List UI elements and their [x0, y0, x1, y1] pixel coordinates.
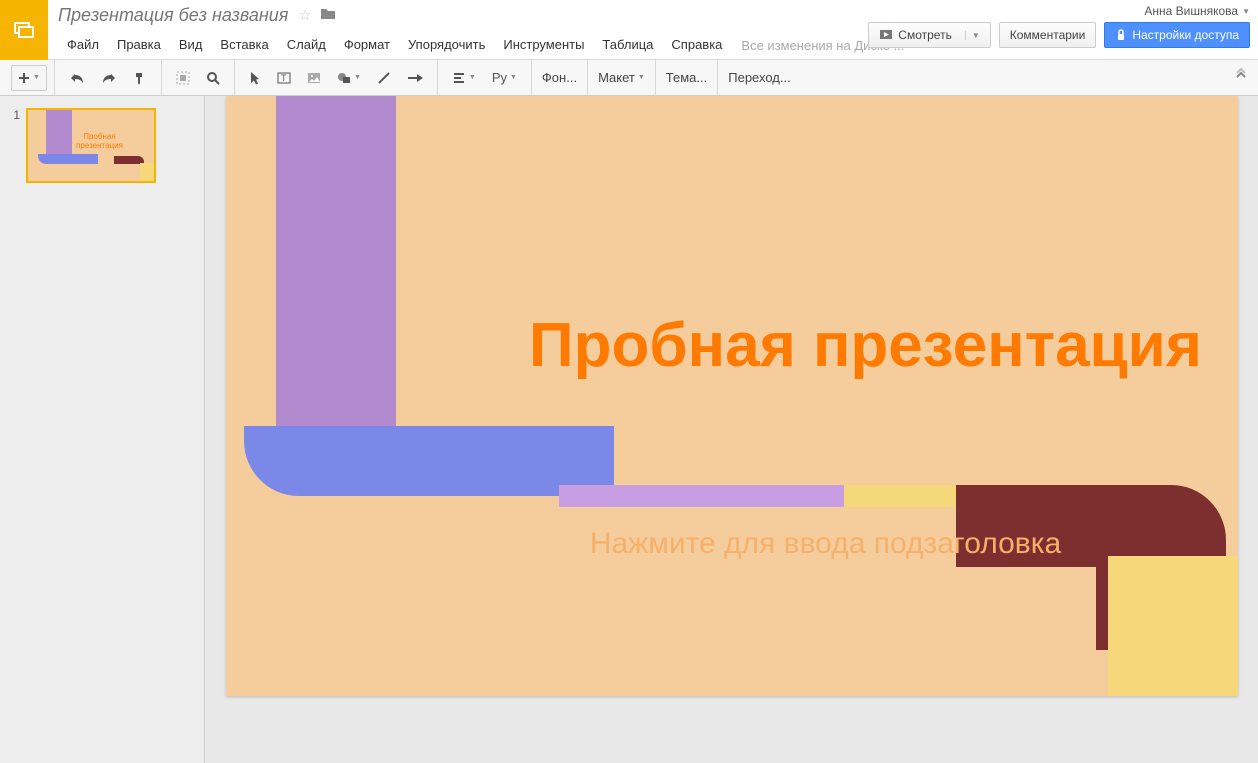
theme-button[interactable]: Тема... — [656, 60, 718, 95]
comments-button[interactable]: Комментарии — [999, 22, 1097, 48]
image-tool[interactable] — [300, 65, 328, 91]
thumb-title: Пробная презентация — [76, 132, 123, 150]
background-button[interactable]: Фон... — [532, 60, 588, 95]
slide-thumbnail-panel: 1 Пробная презентация — [0, 96, 205, 763]
doc-title[interactable]: Презентация без названия — [58, 5, 288, 26]
slide-thumbnail-1[interactable]: Пробная презентация — [26, 108, 156, 183]
slide-subtitle-placeholder[interactable]: Нажмите для ввода подзаголовка — [526, 526, 1126, 562]
decor-lavender-bar — [559, 485, 844, 507]
textbox-tool[interactable]: T — [270, 65, 298, 91]
chevron-down-icon: ▼ — [33, 74, 40, 81]
slide-canvas[interactable]: Пробная презентация Нажмите для ввода по… — [226, 96, 1238, 696]
decor-purple-bar — [276, 96, 396, 446]
menu-arrange[interactable]: Упорядочить — [399, 30, 494, 60]
menu-tools[interactable]: Инструменты — [494, 30, 593, 60]
menu-format[interactable]: Формат — [335, 30, 399, 60]
slide-canvas-wrap: Пробная презентация Нажмите для ввода по… — [205, 96, 1258, 763]
star-icon[interactable]: ☆ — [298, 6, 311, 24]
app-logo[interactable] — [0, 0, 48, 60]
share-button[interactable]: Настройки доступа — [1104, 22, 1250, 48]
menu-edit[interactable]: Правка — [108, 30, 170, 60]
main-area: 1 Пробная презентация Пробная презентаци… — [0, 96, 1258, 763]
folder-icon[interactable] — [320, 7, 336, 24]
thumb-number: 1 — [8, 108, 20, 122]
menu-table[interactable]: Таблица — [593, 30, 662, 60]
present-dropdown-icon[interactable]: ▼ — [965, 31, 980, 40]
undo-button[interactable] — [62, 65, 92, 91]
menu-view[interactable]: Вид — [170, 30, 212, 60]
layout-button[interactable]: Макет▼ — [588, 60, 656, 95]
shape-tool[interactable]: ▼ — [330, 65, 368, 91]
new-slide-button[interactable]: ▼ — [11, 65, 47, 91]
arrow-tool[interactable] — [400, 65, 430, 91]
align-button[interactable]: ▼ — [445, 65, 483, 91]
paint-format-button[interactable] — [126, 65, 154, 91]
present-label: Смотреть — [898, 28, 952, 42]
zoom-fit-button[interactable] — [169, 65, 197, 91]
svg-text:T: T — [281, 73, 287, 83]
script-label: Ру — [492, 70, 507, 85]
menu-help[interactable]: Справка — [662, 30, 731, 60]
menu-slide[interactable]: Слайд — [278, 30, 335, 60]
input-tools-button[interactable]: Ру▼ — [485, 65, 524, 91]
comments-label: Комментарии — [1010, 28, 1086, 42]
toolbar: ▼ T ▼ ▼ Ру▼ Фон... Макет▼ Тема... Перехо… — [0, 60, 1258, 96]
select-tool[interactable] — [242, 65, 268, 91]
decor-yellow-block — [1108, 556, 1238, 696]
share-label: Настройки доступа — [1132, 28, 1239, 42]
header: Презентация без названия ☆ Файл Правка В… — [0, 0, 1258, 60]
line-tool[interactable] — [370, 65, 398, 91]
collapse-toolbar-icon[interactable] — [1234, 68, 1248, 85]
slide-title-text[interactable]: Пробная презентация — [526, 311, 1206, 381]
menu-file[interactable]: Файл — [58, 30, 108, 60]
user-name-label: Анна Вишнякова — [1144, 4, 1238, 18]
zoom-button[interactable] — [199, 65, 227, 91]
user-menu[interactable]: Анна Вишнякова ▼ — [1144, 4, 1250, 18]
present-button[interactable]: Смотреть ▼ — [868, 22, 990, 48]
transition-button[interactable]: Переход... — [718, 60, 800, 95]
chevron-down-icon: ▼ — [1242, 7, 1250, 16]
menu-insert[interactable]: Вставка — [211, 30, 277, 60]
redo-button[interactable] — [94, 65, 124, 91]
